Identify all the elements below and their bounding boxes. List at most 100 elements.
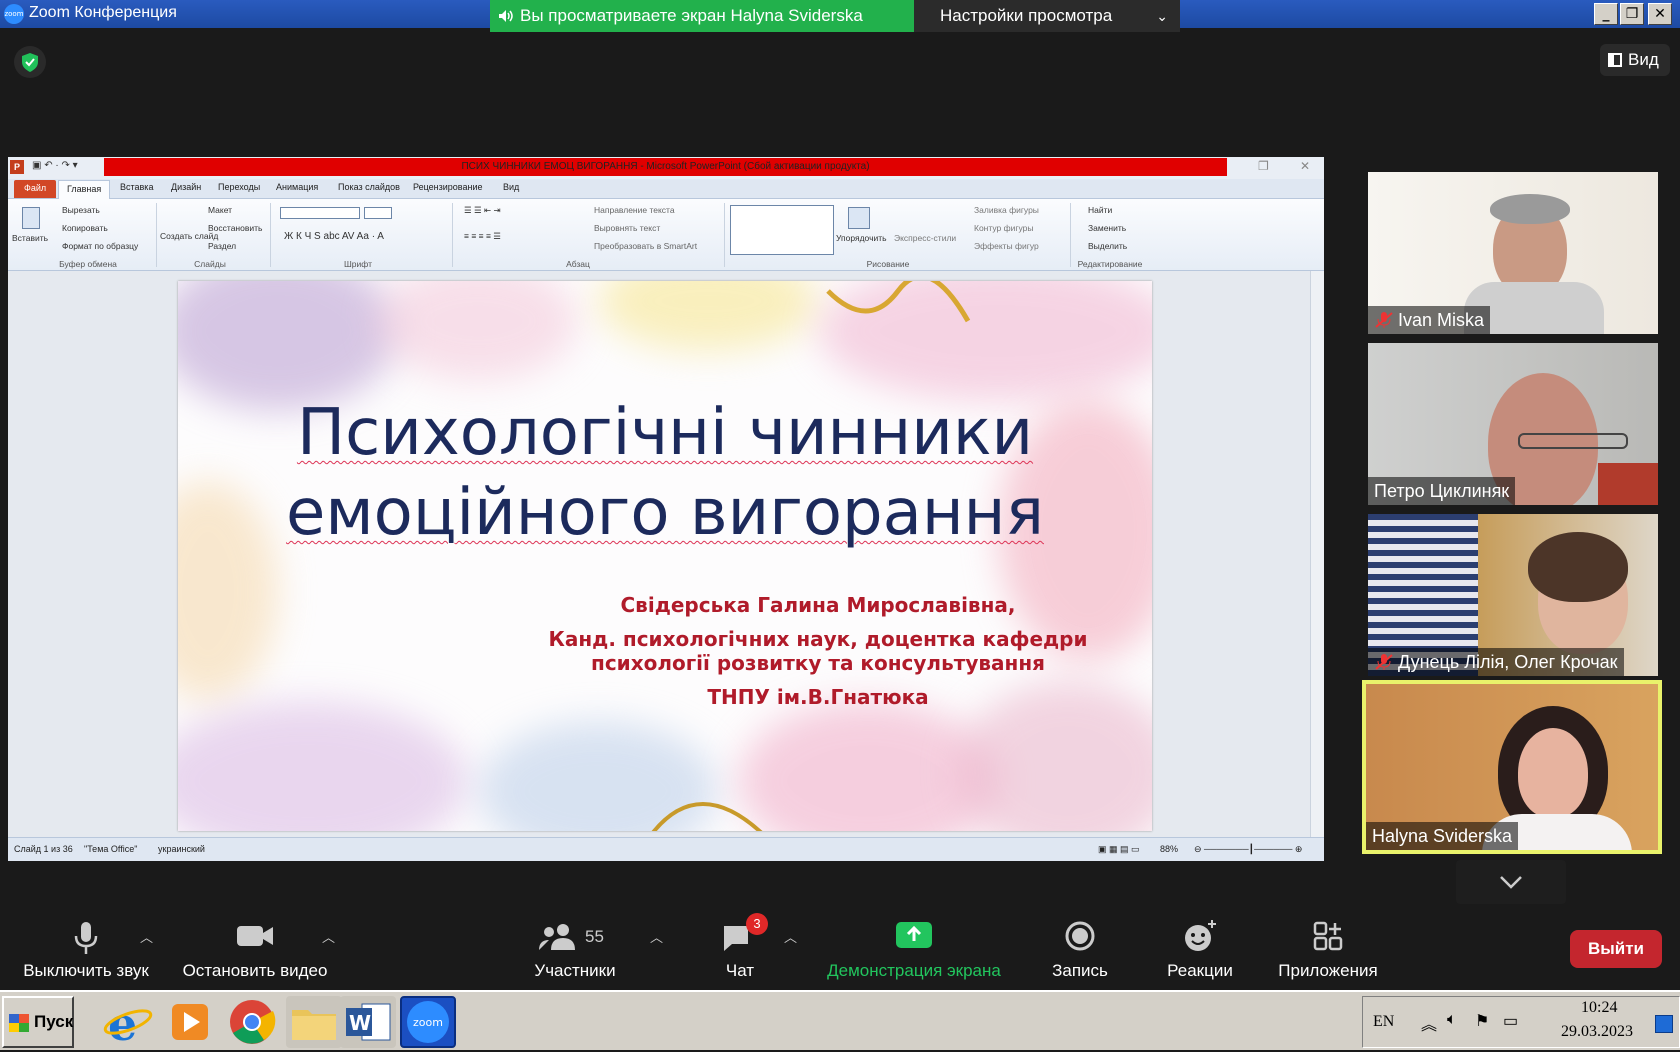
stop-video-button[interactable]: Остановить видео xyxy=(175,905,335,990)
ppt-close-icon[interactable]: ✕ xyxy=(1300,159,1310,173)
view-layout-button[interactable]: Вид xyxy=(1600,44,1670,76)
word-icon[interactable]: W xyxy=(340,996,396,1048)
slide-author[interactable]: Свідерська Галина Мирославівна, xyxy=(498,593,1138,617)
shape-effects-button[interactable]: Эффекты фигур xyxy=(974,241,1039,251)
align-text-button[interactable]: Выровнять текст xyxy=(594,223,660,233)
zoom-slider[interactable]: ⊖ ───────┃────── ⊕ xyxy=(1194,844,1302,855)
slide-position-line1[interactable]: Канд. психологічних наук, доцентка кафед… xyxy=(498,627,1138,651)
copy-button[interactable]: Копировать xyxy=(62,223,108,233)
show-desktop-button[interactable] xyxy=(1655,1015,1673,1033)
scroll-participants-button[interactable] xyxy=(1456,860,1566,904)
tab-design[interactable]: Дизайн xyxy=(171,182,201,192)
find-button[interactable]: Найти xyxy=(1088,205,1112,215)
shape-fill-button[interactable]: Заливка фигуры xyxy=(974,205,1039,215)
paste-button[interactable]: Вставить xyxy=(12,233,48,243)
slide-institution[interactable]: ТНПУ ім.В.Гнатюка xyxy=(498,685,1138,709)
network-icon[interactable]: ▭ xyxy=(1503,1011,1518,1031)
participants-button[interactable]: 55 Участники xyxy=(520,905,630,990)
internet-explorer-icon[interactable]: e xyxy=(100,996,156,1051)
align-buttons[interactable]: ≡ ≡ ≡ ≡ ☰ xyxy=(464,231,501,242)
zoom-level[interactable]: 88% xyxy=(1160,844,1178,854)
view-mode-icons[interactable]: ▣ ▦ ▤ ▭ xyxy=(1098,844,1140,855)
file-explorer-icon[interactable] xyxy=(286,996,342,1048)
share-screen-button[interactable]: Демонстрация экрана xyxy=(816,905,1012,990)
save-icon[interactable]: ▣ ↶ · ↷ ▾ xyxy=(32,160,78,171)
arrange-button[interactable]: Упорядочить xyxy=(836,233,887,243)
tab-transitions[interactable]: Переходы xyxy=(218,182,260,192)
participants-options-caret[interactable]: ︿ xyxy=(650,927,663,946)
chrome-icon[interactable] xyxy=(224,996,280,1048)
font-name-input[interactable] xyxy=(280,207,360,219)
ppt-ribbon: Вставить Вырезать Копировать Формат по о… xyxy=(8,199,1324,271)
slide-count: Слайд 1 из 36 xyxy=(14,844,73,854)
editing-group-label: Редактирование xyxy=(1077,259,1143,269)
tab-file[interactable]: Файл xyxy=(14,180,57,198)
select-button[interactable]: Выделить xyxy=(1088,241,1127,251)
slide-title[interactable]: Психологічні чинники емоційного вигоранн… xyxy=(178,393,1152,553)
video-options-caret[interactable]: ︿ xyxy=(322,927,335,946)
participant-tile[interactable]: Ivan Miska xyxy=(1368,172,1658,334)
chat-label: Чат xyxy=(725,961,755,980)
layout-button[interactable]: Макет xyxy=(208,205,232,215)
maximize-button[interactable]: ❐ xyxy=(1620,3,1644,25)
tab-review[interactable]: Рецензирование xyxy=(413,182,483,192)
font-size-input[interactable] xyxy=(364,207,392,219)
audio-options-caret[interactable]: ︿ xyxy=(140,927,153,946)
record-button[interactable]: Запись xyxy=(1040,905,1120,990)
section-button[interactable]: Раздел xyxy=(208,241,236,251)
participant-tile[interactable]: Петро Циклиняк xyxy=(1368,343,1658,505)
chat-button[interactable]: 3 Чат xyxy=(700,905,780,990)
participant-tile[interactable]: Дунець Лілія, Олег Крочак xyxy=(1368,514,1658,676)
reset-button[interactable]: Восстановить xyxy=(208,223,262,233)
start-button[interactable]: Пуск xyxy=(2,996,74,1048)
ppt-restore-icon[interactable]: ❐ xyxy=(1258,159,1269,173)
arrange-icon[interactable] xyxy=(848,207,870,229)
volume-icon[interactable]: 🔈︎ xyxy=(1447,1011,1457,1029)
leave-meeting-button[interactable]: Выйти xyxy=(1570,930,1662,968)
security-shield-icon[interactable] xyxy=(14,46,46,78)
chat-options-caret[interactable]: ︿ xyxy=(784,927,797,946)
format-painter-button[interactable]: Формат по образцу xyxy=(62,241,138,251)
tab-slideshow[interactable]: Показ слайдов xyxy=(338,182,400,192)
quick-styles-button[interactable]: Экспресс-стили xyxy=(894,233,956,243)
list-buttons[interactable]: ☰ ☰ ⇤ ⇥ xyxy=(464,205,501,216)
text-direction-button[interactable]: Направление текста xyxy=(594,205,675,215)
start-label: Пуск xyxy=(34,1012,74,1031)
clock-date[interactable]: 29.03.2023 xyxy=(1561,1023,1633,1041)
mute-label: Выключить звук xyxy=(23,961,149,980)
shapes-gallery[interactable] xyxy=(730,205,834,255)
cut-button[interactable]: Вырезать xyxy=(62,205,100,215)
language: украинский xyxy=(158,844,205,854)
slide-canvas: Психологічні чинники емоційного вигоранн… xyxy=(178,281,1152,831)
clock-time[interactable]: 10:24 xyxy=(1581,999,1617,1017)
close-button[interactable]: ✕ xyxy=(1648,3,1672,25)
slide-title-line2: емоційного вигорання xyxy=(286,476,1044,550)
tab-animation[interactable]: Анимация xyxy=(276,182,318,192)
view-options-dropdown[interactable]: Настройки просмотра ⌄ xyxy=(914,0,1180,32)
slide-vertical-scrollbar[interactable] xyxy=(1310,271,1324,837)
language-indicator[interactable]: EN xyxy=(1373,1013,1394,1031)
mute-button[interactable]: Выключить звук xyxy=(12,905,160,990)
apps-button[interactable]: Приложения xyxy=(1270,905,1386,990)
participant-name-tag: Ivan Miska xyxy=(1368,306,1491,334)
zoom-taskbar-icon[interactable]: zoom xyxy=(400,996,456,1048)
ppt-document-title: ПСИХ ЧИННИКИ ЕМОЦ ВИГОРАННЯ - Microsoft … xyxy=(104,158,1227,176)
tab-view[interactable]: Вид xyxy=(503,182,519,192)
reactions-button[interactable]: Реакции xyxy=(1160,905,1240,990)
chevron-down-icon: ⌄ xyxy=(1156,8,1168,24)
action-center-flag-icon[interactable]: ⚑ xyxy=(1475,1011,1489,1031)
shape-outline-button[interactable]: Контур фигуры xyxy=(974,223,1033,233)
participant-tile-active-speaker[interactable]: Halyna Sviderska xyxy=(1362,680,1662,854)
paste-icon[interactable] xyxy=(22,207,40,229)
minimize-button[interactable]: _ xyxy=(1594,3,1618,25)
slide-position-line2[interactable]: психології розвитку та консультування xyxy=(498,651,1138,675)
replace-button[interactable]: Заменить xyxy=(1088,223,1126,233)
tab-home[interactable]: Главная xyxy=(58,180,111,200)
tab-insert[interactable]: Вставка xyxy=(120,182,153,192)
font-format-buttons[interactable]: Ж К Ч S abc AV Aa · A xyxy=(284,231,384,242)
participant-name-tag: Halyna Sviderska xyxy=(1366,822,1519,850)
convert-smartart-button[interactable]: Преобразовать в SmartArt xyxy=(594,241,697,251)
media-player-icon[interactable] xyxy=(162,996,218,1048)
tray-expand-icon[interactable]: ︽ xyxy=(1421,1011,1437,1035)
system-tray: EN ︽ 🔈︎ ⚑ ▭ 10:24 29.03.2023 xyxy=(1362,996,1680,1048)
